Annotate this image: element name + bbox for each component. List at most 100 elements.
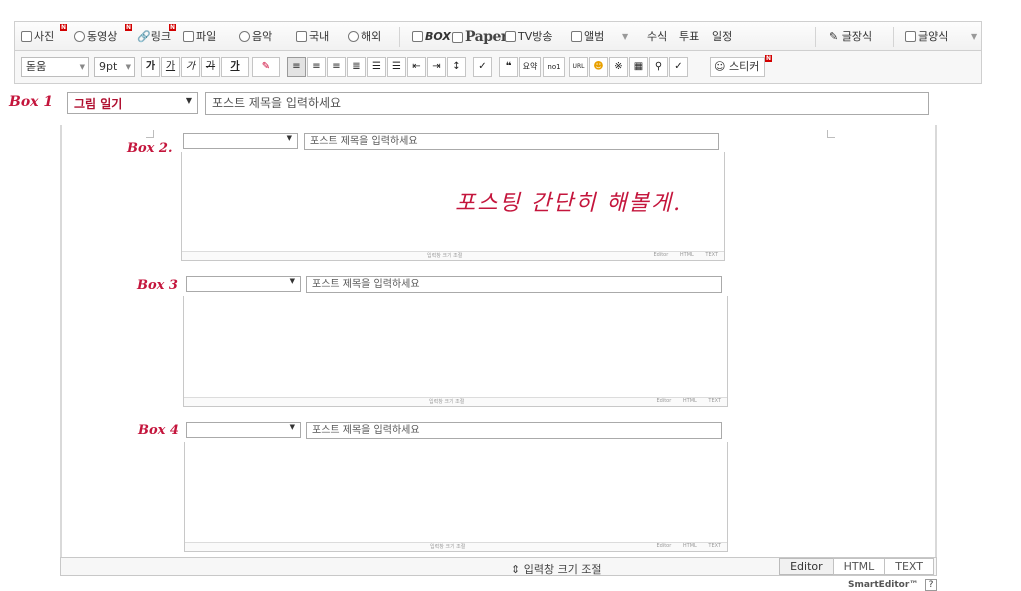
corner-mark: [827, 130, 835, 138]
photo-icon: [21, 31, 32, 42]
new-badge: N: [60, 24, 67, 31]
indent-button[interactable]: ⇥: [427, 57, 446, 77]
schedule-button[interactable]: 일정: [712, 28, 732, 46]
box1-annotation: Box 1: [9, 94, 54, 110]
font-select[interactable]: 돋움 ▼: [21, 57, 89, 77]
text-style-button[interactable]: ✎ 글장식: [829, 28, 872, 46]
asterisk-icon: ※: [614, 61, 623, 72]
special-char-button[interactable]: ※: [609, 57, 628, 77]
toolbar-insert: 사진 N 동영상 N 🔗링크 N 파일 음악 국내 해외 BOX Paper TV방송…: [14, 21, 982, 51]
file-icon: [183, 31, 194, 42]
align-left-icon: ≡: [292, 61, 301, 72]
box4-category-select[interactable]: ▼: [186, 422, 301, 438]
box3-title-input[interactable]: 포스트 제목을 입력하세요: [306, 276, 722, 293]
tv-button[interactable]: TV방송: [505, 28, 552, 46]
summary-button[interactable]: 요약: [519, 57, 541, 77]
chevron-down-icon: ▼: [289, 277, 295, 285]
box3-editor-area[interactable]: 입력창 크기 조절 Editor HTML TEXT: [183, 296, 728, 407]
album-button[interactable]: 앨범: [571, 28, 604, 46]
more-dropdown[interactable]: ▼: [622, 28, 628, 46]
align-right-button[interactable]: ≡: [327, 57, 346, 77]
indent-icon: ⇥: [432, 61, 441, 72]
sticker-button[interactable]: ☺ 스티커 N: [710, 55, 772, 77]
pencil-icon: ✎: [829, 30, 839, 43]
tab-text[interactable]: TEXT: [884, 558, 934, 575]
help-button[interactable]: ?: [925, 579, 937, 591]
bold-button[interactable]: 가: [141, 57, 160, 77]
link-icon: 🔗: [137, 30, 151, 43]
font-color-button[interactable]: 가: [221, 57, 249, 77]
box3-footer: 입력창 크기 조절 Editor HTML TEXT: [184, 397, 727, 406]
find-button[interactable]: ⚲: [649, 57, 668, 77]
box2-title-input[interactable]: 포스트 제목을 입력하세요: [304, 133, 719, 150]
ordered-list-button[interactable]: ☰: [367, 57, 386, 77]
vote-button[interactable]: 투표: [679, 28, 699, 46]
globe-icon: [348, 31, 359, 42]
editor-footer: ⇕ 입력창 크기 조절 Editor HTML TEXT: [60, 557, 937, 576]
editor-mode-tabs: Editor HTML TEXT: [779, 558, 934, 575]
video-button[interactable]: 동영상 N: [74, 24, 132, 46]
category-select[interactable]: 그림 일기 ▼: [67, 92, 198, 114]
chevron-down-icon: ▼: [289, 423, 295, 431]
smarteditor-brand: SmartEditor™: [848, 580, 919, 590]
corner-mark: [146, 130, 154, 138]
bullet-list-button[interactable]: ☰: [387, 57, 406, 77]
formula-button[interactable]: 수식: [647, 28, 667, 46]
underline-button[interactable]: 가: [161, 57, 180, 77]
link-button[interactable]: 🔗링크 N: [137, 24, 176, 46]
music-button[interactable]: 음악: [239, 28, 272, 46]
box4-editor-area[interactable]: 입력창 크기 조절 Editor HTML TEXT: [184, 442, 728, 552]
domestic-map-button[interactable]: 국내: [296, 28, 329, 46]
table-icon: ▦: [633, 61, 644, 72]
italic-button[interactable]: 가: [181, 57, 200, 77]
hanja-icon: ✓: [674, 61, 683, 72]
toolbar-format: 돋움 ▼ 9pt ▼ 가 가 가 가 가 ✎ ≡ ≡ ≡ ≣ ☰ ☰ ⇤ ⇥ ↕ ✓…: [14, 51, 982, 84]
paper-button[interactable]: Paper: [452, 28, 508, 46]
post-title-input[interactable]: 포스트 제목을 입력하세요: [205, 92, 929, 115]
box-button[interactable]: BOX: [412, 28, 451, 46]
align-center-icon: ≡: [312, 61, 321, 72]
justify-icon: ≣: [352, 61, 361, 72]
align-right-icon: ≡: [332, 61, 341, 72]
tab-editor[interactable]: Editor: [779, 558, 834, 575]
emoticon-button[interactable]: ☻: [589, 57, 608, 77]
strike-button[interactable]: 가: [201, 57, 220, 77]
quote-button[interactable]: ❝: [499, 57, 518, 77]
align-center-button[interactable]: ≡: [307, 57, 326, 77]
chevron-down-icon: ▼: [125, 63, 131, 71]
divider: [893, 27, 894, 47]
handwritten-note: 포스팅 간단히 해볼게.: [455, 191, 683, 216]
url-button[interactable]: URL: [569, 57, 588, 77]
photo-button[interactable]: 사진 N: [21, 24, 67, 46]
tab-html[interactable]: HTML: [832, 558, 886, 575]
font-size-select[interactable]: 9pt ▼: [94, 57, 135, 77]
outdent-icon: ⇤: [412, 61, 421, 72]
table-button[interactable]: ▦: [629, 57, 648, 77]
divider: [815, 27, 816, 47]
album-icon: [571, 31, 582, 42]
new-badge: N: [765, 55, 772, 62]
box4-title-input[interactable]: 포스트 제목을 입력하세요: [306, 422, 722, 439]
resize-handle[interactable]: ⇕ 입력창 크기 조절: [511, 561, 602, 577]
file-button[interactable]: 파일: [183, 28, 216, 46]
hanja-button[interactable]: ✓: [669, 57, 688, 77]
spellcheck-button[interactable]: ✓: [473, 57, 492, 77]
justify-button[interactable]: ≣: [347, 57, 366, 77]
highlight-button[interactable]: ✎: [252, 57, 280, 77]
chevron-down-icon: ▼: [185, 96, 192, 105]
text-template-button[interactable]: 글양식: [905, 28, 948, 46]
box2-footer: 입력창 크기 조절 Editor HTML TEXT: [182, 251, 724, 260]
box2-annotation: Box 2.: [127, 141, 173, 156]
superscript-button[interactable]: no1: [543, 57, 565, 77]
box4-annotation: Box 4: [138, 423, 179, 438]
box-icon: [412, 31, 423, 42]
paper-icon: [452, 32, 463, 43]
align-left-button[interactable]: ≡: [287, 57, 306, 77]
box3-category-select[interactable]: ▼: [186, 276, 301, 292]
overseas-map-button[interactable]: 해외: [348, 28, 381, 46]
template-dropdown[interactable]: ▼: [971, 28, 977, 46]
outdent-button[interactable]: ⇤: [407, 57, 426, 77]
bullet-list-icon: ☰: [392, 61, 401, 72]
box2-category-select[interactable]: ▼: [183, 133, 298, 149]
line-height-button[interactable]: ↕: [447, 57, 466, 77]
